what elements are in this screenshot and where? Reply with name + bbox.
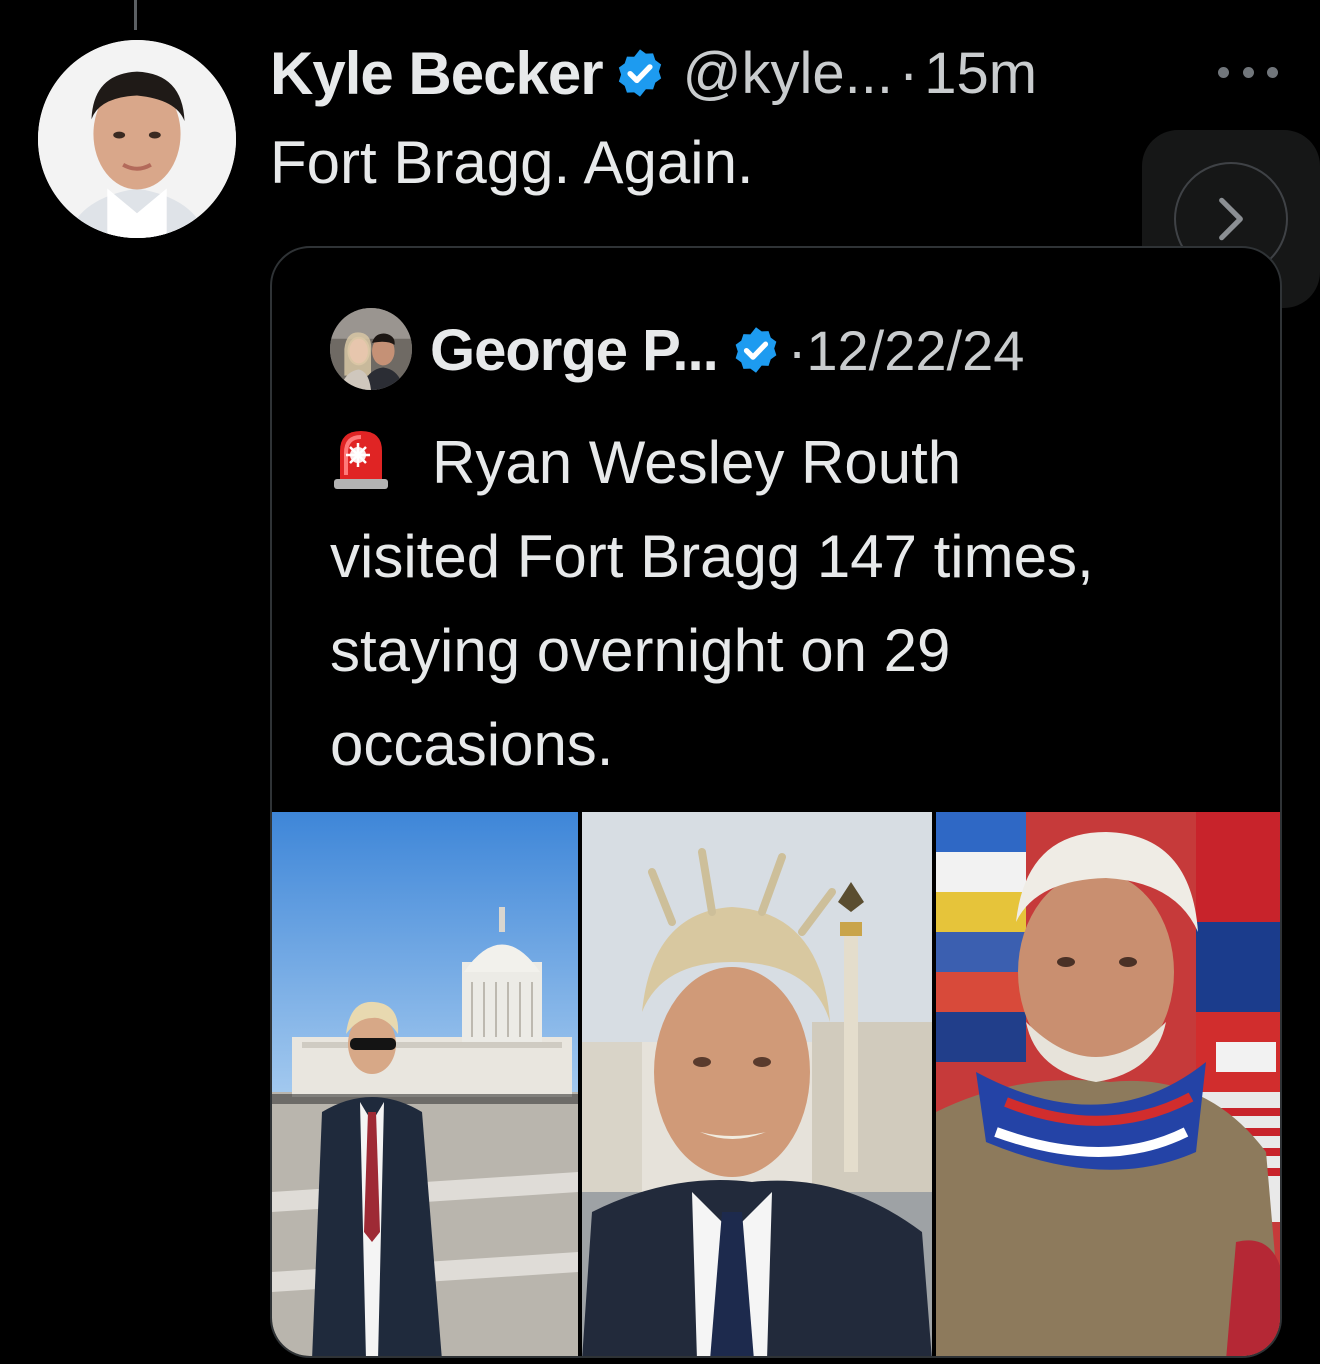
quoted-text-line-3: staying overnight on 29 xyxy=(330,617,951,684)
tweet-timestamp[interactable]: 15m xyxy=(924,40,1037,107)
media-photo-capitol[interactable] xyxy=(272,812,578,1356)
thread-connector-line xyxy=(134,0,137,30)
author-handle[interactable]: @kyle... xyxy=(683,40,893,107)
author-avatar-image xyxy=(38,40,236,238)
tweet-text: Fort Bragg. Again. xyxy=(270,129,754,196)
author-name[interactable]: Kyle Becker xyxy=(270,39,604,108)
quoted-tweet-date[interactable]: 12/22/24 xyxy=(806,318,1024,383)
quoted-text-line-1: Ryan Wesley Routh xyxy=(432,429,962,496)
quoted-text-line: Ryan Wesley Routh xyxy=(330,416,1250,510)
separator-dot: · xyxy=(898,40,919,106)
quoted-tweet-media[interactable] xyxy=(272,812,1280,1356)
quoted-tweet-header: George P... · 12/22/24 xyxy=(430,312,1024,388)
quoted-text-line-4: occasions. xyxy=(330,711,614,778)
quoted-author-avatar[interactable] xyxy=(330,308,412,390)
verified-badge-icon xyxy=(613,46,667,100)
media-photo-monument[interactable] xyxy=(582,812,932,1356)
police-siren-emoji-icon xyxy=(330,425,392,491)
author-avatar[interactable] xyxy=(38,40,236,238)
quoted-tweet-card[interactable]: George P... · 12/22/24 Ryan Wesley Routh… xyxy=(270,246,1282,1358)
quoted-tweet-text: Ryan Wesley Routh visited Fort Bragg 147… xyxy=(330,416,1250,792)
media-photo-flags[interactable] xyxy=(936,812,1280,1356)
quoted-author-name[interactable]: George P... xyxy=(430,317,719,384)
tweet-header: Kyle Becker @kyle... · 15m xyxy=(270,38,1037,108)
separator-dot: · xyxy=(787,318,807,382)
chevron-right-icon xyxy=(1219,197,1243,241)
verified-badge-icon xyxy=(730,324,782,376)
quoted-text-line-2: visited Fort Bragg 147 times, xyxy=(330,523,1094,590)
more-dots-icon[interactable] xyxy=(1218,62,1278,82)
